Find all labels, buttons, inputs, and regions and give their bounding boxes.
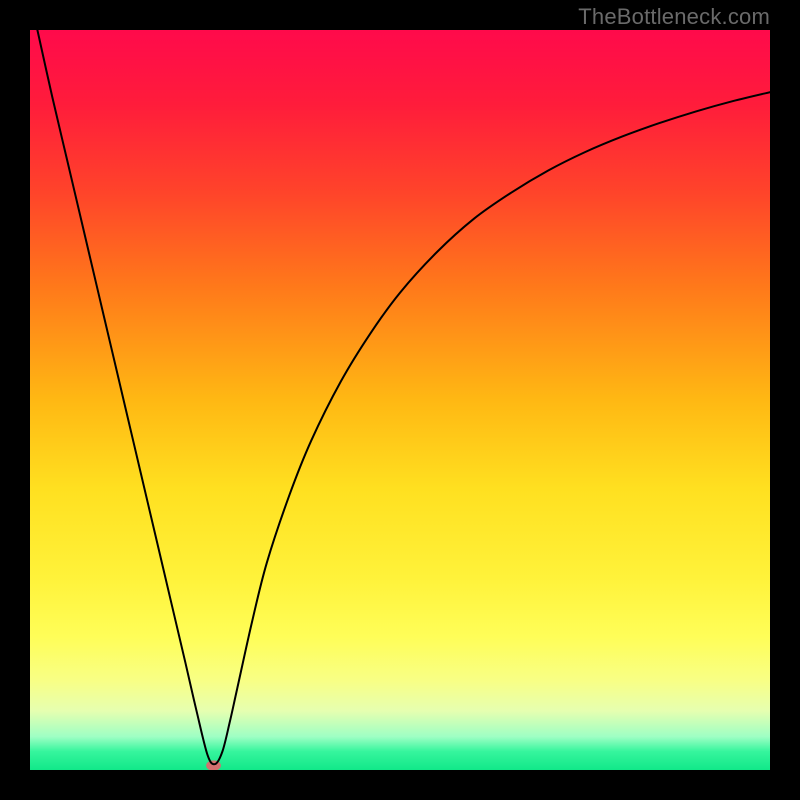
plot-area (30, 30, 770, 770)
chart-svg (30, 30, 770, 770)
watermark-text: TheBottleneck.com (578, 4, 770, 30)
chart-background (30, 30, 770, 770)
chart-frame: TheBottleneck.com (0, 0, 800, 800)
